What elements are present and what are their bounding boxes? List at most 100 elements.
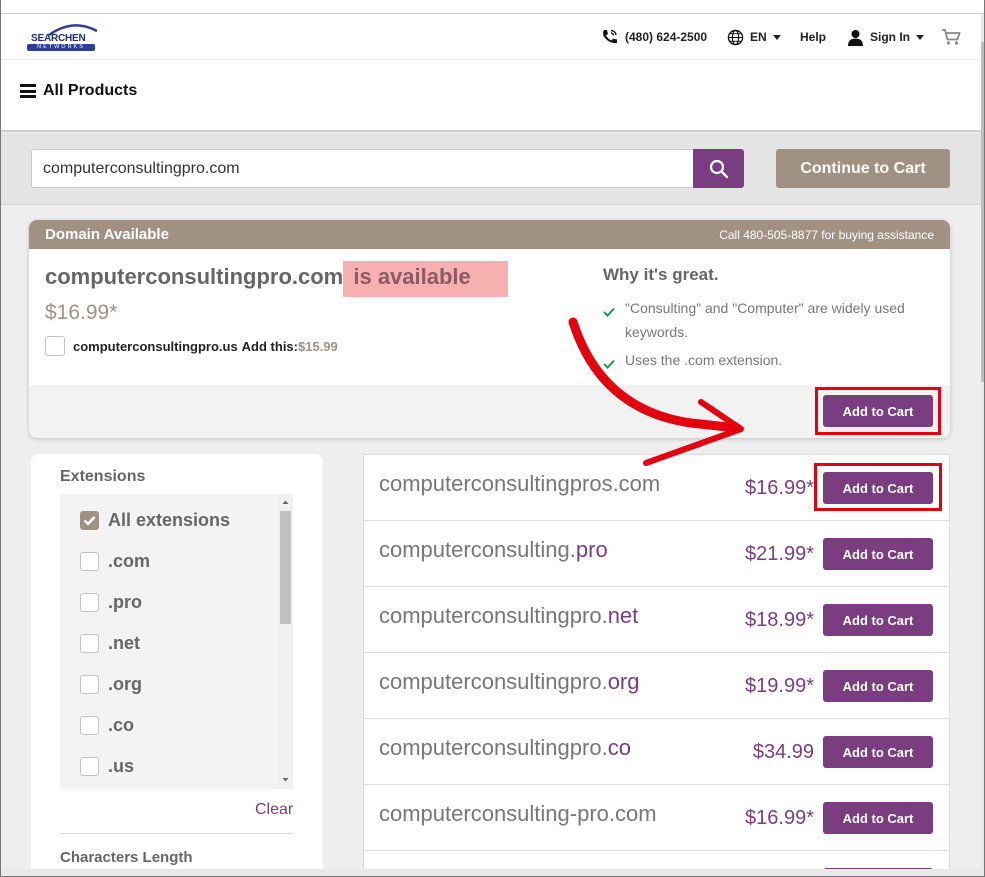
domain-extension: net xyxy=(607,603,639,628)
extension-label: .net xyxy=(108,633,141,653)
sign-in-menu[interactable]: Sign In xyxy=(847,29,924,46)
result-row: computerconsultingpro.co $34.99 Add to C… xyxy=(364,719,949,785)
add-to-cart-button[interactable]: Add to Cart xyxy=(823,538,933,570)
all-products-link[interactable]: All Products xyxy=(43,82,137,100)
extension-option[interactable]: All extensions xyxy=(80,510,230,531)
extensions-title: Extensions xyxy=(60,468,146,485)
search-button[interactable] xyxy=(693,149,744,188)
result-row: computerconsultingpro.net $18.99* Add to… xyxy=(364,587,949,653)
extension-label: .co xyxy=(108,715,135,735)
horizontal-scrollbar[interactable] xyxy=(1,869,984,876)
addon-offer: computerconsultingpro.us Add this: $15.99 xyxy=(45,336,338,356)
scrollbar-thumb[interactable] xyxy=(280,511,291,624)
search-band: computerconsultingpro.com Continue to Ca… xyxy=(1,133,981,205)
result-price: $18.99* xyxy=(745,609,814,631)
extension-label: .us xyxy=(108,756,135,776)
hamburger-menu-icon[interactable] xyxy=(20,84,36,98)
domain-base: computerconsultingpro. xyxy=(379,669,608,694)
add-to-cart-button[interactable]: Add to Cart xyxy=(823,736,933,768)
domain-available-card: Domain Available Call 480-505-8877 for b… xyxy=(29,220,950,438)
language-selector[interactable]: EN xyxy=(727,29,781,45)
result-row: computerconsulting.pro $21.99* Add to Ca… xyxy=(364,521,949,587)
phone-number: (480) 624-2500 xyxy=(625,30,708,44)
reason-item: Uses the .com extension. xyxy=(603,348,943,376)
card-header: Domain Available Call 480-505-8877 for b… xyxy=(29,220,950,249)
extension-option[interactable]: .co xyxy=(80,715,134,736)
domain-search-input[interactable]: computerconsultingpro.com xyxy=(31,149,695,188)
language-label: EN xyxy=(750,30,767,44)
chevron-down-icon xyxy=(916,34,924,40)
sign-in-label: Sign In xyxy=(870,30,910,44)
help-label: Help xyxy=(800,30,827,44)
scroll-up-icon[interactable] xyxy=(278,497,293,507)
result-row: computerconsultingpro.org $19.99* Add to… xyxy=(364,653,949,719)
extension-option[interactable]: .com xyxy=(80,551,150,572)
addon-domain: computerconsultingpro.us xyxy=(73,338,238,354)
extension-label: .pro xyxy=(108,592,142,612)
divider xyxy=(60,833,293,834)
available-domain-price: $16.99* xyxy=(45,301,118,324)
reason-text: "Consulting" and "Computer" are widely u… xyxy=(625,300,905,340)
continue-to-cart-button[interactable]: Continue to Cart xyxy=(776,149,950,188)
phone-icon xyxy=(603,29,617,44)
characters-length-title: Characters Length xyxy=(60,849,193,866)
domain-extension: pro xyxy=(575,537,608,562)
why-title: Why it's great. xyxy=(603,265,719,284)
domain-base: computerconsulting-pro.com xyxy=(379,801,657,826)
checkbox[interactable] xyxy=(80,593,99,612)
highlight-box xyxy=(814,463,942,511)
result-row: computerconsulting-pro.com $16.99* Add t… xyxy=(364,785,949,851)
cart-icon xyxy=(942,29,961,45)
scroll-down-icon[interactable] xyxy=(278,775,293,785)
result-price: $16.99* xyxy=(745,477,814,499)
available-domain-heading: computerconsultingpro.com is available xyxy=(45,261,508,297)
page-scrollbar-thumb[interactable] xyxy=(981,42,984,382)
logo-text: SEARCHEN xyxy=(31,33,86,44)
chevron-down-icon xyxy=(772,34,781,40)
bookmark-strip xyxy=(1,0,984,14)
extension-option[interactable]: .pro xyxy=(80,592,142,613)
available-domain-name: computerconsultingpro.com xyxy=(45,264,344,289)
card-title: Domain Available xyxy=(45,226,169,243)
domain-base: computerconsulting. xyxy=(379,537,576,562)
domain-base: computerconsultingpro. xyxy=(379,735,608,760)
checkmark-icon xyxy=(603,296,616,344)
browser-viewport: SEARCHEN NETWORKS (480) 624-2500 EN Help… xyxy=(0,0,985,877)
checkmark-icon xyxy=(603,348,616,376)
domain-base: computerconsultingpro. xyxy=(379,603,608,628)
add-to-cart-button[interactable]: Add to Cart xyxy=(823,802,933,834)
extension-option[interactable]: .us xyxy=(80,756,134,777)
checkbox[interactable] xyxy=(80,634,99,653)
extension-option[interactable]: .org xyxy=(80,674,142,695)
result-domain: computerconsulting-pro.com xyxy=(379,801,657,827)
why-its-great: Why it's great. "Consulting" and "Comput… xyxy=(603,265,943,380)
checkbox[interactable] xyxy=(80,716,99,735)
result-domain: computerconsultingpro.co xyxy=(379,735,631,761)
phone-link[interactable]: (480) 624-2500 xyxy=(601,29,707,45)
site-logo[interactable]: SEARCHEN NETWORKS xyxy=(25,21,99,53)
extension-label: All extensions xyxy=(108,510,231,530)
domain-extension: co xyxy=(607,735,631,760)
help-link[interactable]: Help xyxy=(800,29,826,45)
add-to-cart-button[interactable]: Add to Cart xyxy=(823,670,933,702)
addon-checkbox[interactable] xyxy=(45,336,65,356)
cart-button[interactable] xyxy=(941,29,961,45)
checkbox[interactable] xyxy=(80,552,99,571)
logo-subtext: NETWORKS xyxy=(27,44,95,51)
domain-extension: org xyxy=(607,669,640,694)
addon-label: Add this: xyxy=(241,338,298,354)
page-scrollbar[interactable] xyxy=(981,14,984,876)
checkbox[interactable] xyxy=(80,675,99,694)
addon-price: $15.99 xyxy=(298,338,338,354)
clear-filters-link[interactable]: Clear xyxy=(255,801,293,819)
extension-label: .org xyxy=(108,674,142,694)
checkbox-checked[interactable] xyxy=(80,511,99,530)
filter-panel: Extensions All extensions .com .pro .net xyxy=(31,454,323,876)
add-to-cart-button[interactable]: Add to Cart xyxy=(823,604,933,636)
checkbox[interactable] xyxy=(80,757,99,776)
result-price: $16.99* xyxy=(745,807,814,829)
extensions-scrollbar[interactable] xyxy=(278,494,293,789)
assistance-phone-text: Call 480-505-8877 for buying assistance xyxy=(719,227,934,242)
result-price: $34.99 xyxy=(752,741,814,763)
extension-option[interactable]: .net xyxy=(80,633,140,654)
